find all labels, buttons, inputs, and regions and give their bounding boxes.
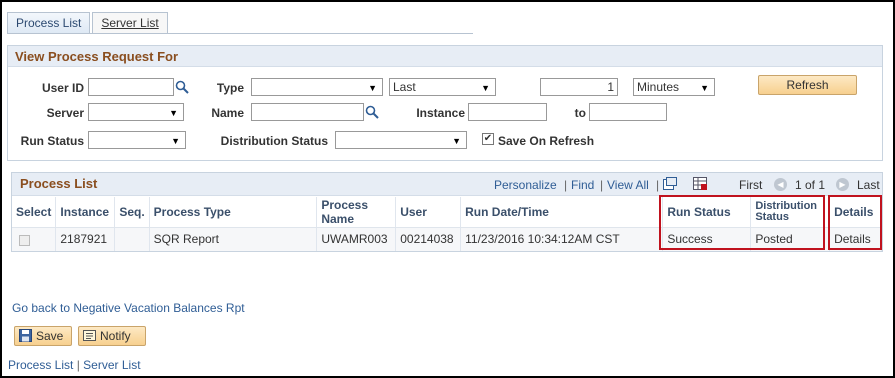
name-input[interactable] xyxy=(251,103,364,121)
time-unit-select[interactable]: Minutes ▼ xyxy=(633,78,715,96)
refresh-button[interactable]: Refresh xyxy=(758,75,857,95)
tab-server-list-label: Server List xyxy=(101,16,159,30)
next-icon[interactable]: ▶ xyxy=(836,178,849,191)
col-select: Select xyxy=(12,197,57,228)
cell-process-type: SQR Report xyxy=(149,227,318,251)
chevron-down-icon: ▼ xyxy=(481,83,490,93)
grid-header: Process List Personalize | Find | View A… xyxy=(12,173,882,196)
grid-title: Process List xyxy=(20,176,98,191)
type-select[interactable]: ▼ xyxy=(251,78,383,96)
server-select[interactable]: ▼ xyxy=(88,103,184,121)
cell-process-name: UWAMR003 xyxy=(316,227,397,251)
panel-title: View Process Request For xyxy=(8,46,882,67)
floppy-disk-icon xyxy=(19,329,32,342)
distribution-status-select[interactable]: ▼ xyxy=(335,131,467,149)
last-label: Last xyxy=(857,178,880,192)
save-label: Save xyxy=(36,329,64,343)
col-seq: Seq. xyxy=(114,197,150,228)
run-status-label: Run Status xyxy=(20,134,84,148)
user-id-input[interactable] xyxy=(88,78,174,96)
save-on-refresh-label: Save On Refresh xyxy=(498,134,595,148)
footer-link-server-list[interactable]: Server List xyxy=(83,358,140,372)
last-select[interactable]: Last ▼ xyxy=(389,78,496,96)
instance-to-input[interactable] xyxy=(589,103,667,121)
new-window-icon[interactable] xyxy=(663,177,677,190)
tab-server-list[interactable]: Server List xyxy=(92,12,168,34)
download-spreadsheet-icon[interactable] xyxy=(693,177,708,191)
notify-label: Notify xyxy=(100,329,131,343)
find-link[interactable]: Find xyxy=(571,178,594,192)
chevron-down-icon: ▼ xyxy=(169,108,178,118)
cell-instance: 2187921 xyxy=(55,227,116,251)
view-all-link[interactable]: View All xyxy=(607,178,649,192)
last-count-input[interactable]: 1 xyxy=(540,78,618,96)
cell-seq xyxy=(114,227,150,251)
tab-underline xyxy=(7,33,473,34)
to-label: to xyxy=(574,106,586,120)
name-lookup-icon[interactable] xyxy=(365,105,379,119)
col-run-datetime: Run Date/Time xyxy=(460,197,664,228)
personalize-link[interactable]: Personalize xyxy=(494,178,557,192)
col-instance: Instance xyxy=(55,197,116,228)
footer-links: Process List | Server List xyxy=(8,358,141,372)
save-button[interactable]: Save xyxy=(14,326,72,346)
time-unit-value: Minutes xyxy=(637,80,680,94)
go-back-link[interactable]: Go back to Negative Vacation Balances Rp… xyxy=(12,301,245,315)
chevron-down-icon: ▼ xyxy=(171,136,180,146)
col-process-type: Process Type xyxy=(149,197,318,228)
view-process-request-panel: View Process Request For User ID Type ▼ … xyxy=(7,45,883,161)
name-label: Name xyxy=(211,106,244,120)
instance-from-input[interactable] xyxy=(468,103,547,121)
chevron-down-icon: ▼ xyxy=(368,83,377,93)
notify-button[interactable]: Notify xyxy=(78,326,146,346)
page-range: 1 of 1 xyxy=(795,178,826,192)
chevron-down-icon: ▼ xyxy=(700,83,709,93)
last-select-value: Last xyxy=(393,80,416,94)
footer-link-process-list[interactable]: Process List xyxy=(8,358,73,372)
details-highlight-box xyxy=(828,195,882,250)
type-label: Type xyxy=(216,81,244,95)
tab-bar: Process List Server List xyxy=(7,12,170,34)
save-on-refresh-checkbox[interactable]: ✔ xyxy=(482,133,494,145)
user-id-label: User ID xyxy=(41,81,84,95)
server-label: Server xyxy=(46,106,84,120)
row-select-cell xyxy=(12,227,57,251)
col-user: User xyxy=(395,197,462,228)
instance-label: Instance xyxy=(416,106,465,120)
col-process-name: Process Name xyxy=(316,197,397,228)
footer-link-separator: | xyxy=(76,358,80,372)
previous-icon[interactable]: ◀ xyxy=(774,178,787,191)
status-highlight-box xyxy=(659,195,825,250)
distribution-status-label: Distribution Status xyxy=(220,134,328,148)
tab-process-list[interactable]: Process List xyxy=(7,12,91,34)
cell-run-datetime: 11/23/2016 10:34:12AM CST xyxy=(460,227,664,251)
notify-icon xyxy=(83,330,96,341)
row-select-checkbox[interactable] xyxy=(19,234,30,246)
user-id-lookup-icon[interactable] xyxy=(175,80,189,94)
nav-separator: | xyxy=(564,178,568,192)
cell-user: 00214038 xyxy=(395,227,462,251)
nav-separator: | xyxy=(656,178,660,192)
chevron-down-icon: ▼ xyxy=(452,136,461,146)
first-label: First xyxy=(739,178,763,192)
nav-separator: | xyxy=(600,178,604,192)
run-status-select[interactable]: ▼ xyxy=(88,131,186,149)
